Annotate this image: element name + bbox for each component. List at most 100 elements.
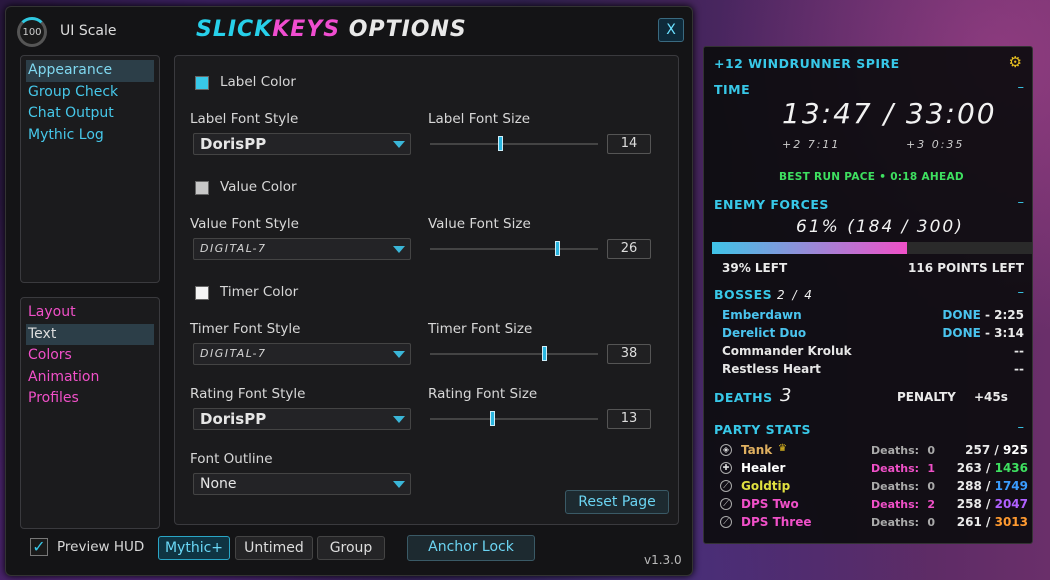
- boss-row: Emberdawn DONE - 2:25: [704, 307, 1034, 325]
- party-rating-separator: /: [981, 479, 995, 493]
- value-color-swatch[interactable]: [195, 181, 209, 195]
- party-rating: 263 / 1436: [957, 461, 1028, 475]
- deaths-title: DEATHS: [714, 390, 773, 405]
- nav-item-mythic-log[interactable]: Mythic Log: [26, 125, 154, 147]
- close-button[interactable]: X: [658, 18, 684, 42]
- title-part-options: OPTIONS: [340, 17, 467, 42]
- rating-font-style-value: DorisPP: [200, 410, 267, 428]
- nav-bottom: Layout Text Colors Animation Profiles: [20, 297, 160, 529]
- options-window: 100 UI Scale SLICKKEYS OPTIONS X Appeara…: [5, 6, 693, 576]
- party-rating-current: 261: [956, 515, 982, 529]
- collapse-party-icon[interactable]: –: [1018, 420, 1025, 435]
- chevron-down-icon: [393, 416, 405, 423]
- value-font-style-label: Value Font Style: [190, 216, 299, 232]
- nav-item-group-check[interactable]: Group Check: [26, 82, 154, 104]
- ui-scale-value: 100: [22, 26, 42, 38]
- shield-icon: ◈: [720, 444, 732, 456]
- sword-icon: ⟋: [720, 498, 732, 510]
- timer-font-size-slider[interactable]: [430, 346, 598, 361]
- timer-font-style-dropdown[interactable]: DIGITAL-7: [193, 343, 411, 365]
- font-outline-dropdown[interactable]: None: [193, 473, 411, 495]
- slider-thumb[interactable]: [490, 411, 495, 426]
- party-deaths-label: Deaths:: [871, 516, 920, 529]
- party-rating-current: 263: [956, 461, 982, 475]
- party-rating-separator: /: [981, 497, 995, 511]
- chevron-down-icon: [393, 246, 405, 253]
- boss-time: - 2:25: [980, 308, 1024, 322]
- forces-left-pct: 39% LEFT: [722, 261, 788, 275]
- nav-item-text[interactable]: Text: [26, 323, 154, 345]
- reset-page-button[interactable]: Reset Page: [565, 490, 669, 514]
- value-font-size-slider[interactable]: [430, 241, 598, 256]
- rating-font-size-label: Rating Font Size: [428, 386, 538, 402]
- enemy-forces-title: ENEMY FORCES: [714, 197, 829, 212]
- version-label: v1.3.0: [644, 553, 682, 567]
- gear-icon[interactable]: ⚙: [1009, 53, 1022, 71]
- party-rating: 257 / 925: [965, 443, 1028, 457]
- collapse-forces-icon[interactable]: –: [1018, 195, 1025, 210]
- best-run-pace: BEST RUN PACE • 0:18 AHEAD: [779, 171, 964, 183]
- boss-status: DONE - 2:25: [942, 308, 1024, 322]
- label-font-style-dropdown[interactable]: DorisPP: [193, 133, 411, 155]
- group-button[interactable]: Group: [317, 536, 385, 560]
- bosses-label: BOSSES: [714, 287, 773, 302]
- slider-thumb[interactable]: [555, 241, 560, 256]
- party-rating: 261 / 3013: [957, 515, 1028, 529]
- timer-font-size-input[interactable]: 38: [607, 344, 651, 364]
- label-font-style-label: Label Font Style: [190, 111, 299, 127]
- party-deaths: Deaths: 0: [871, 516, 935, 529]
- party-deaths: Deaths: 1: [871, 462, 935, 475]
- boss-status-text: DONE: [942, 308, 981, 322]
- value-font-style-dropdown[interactable]: DIGITAL-7: [193, 238, 411, 260]
- value-font-size-input[interactable]: 26: [607, 239, 651, 259]
- ui-scale-dial[interactable]: 100: [17, 17, 47, 47]
- collapse-bosses-icon[interactable]: –: [1018, 285, 1025, 300]
- label-font-size-input[interactable]: 14: [607, 134, 651, 154]
- title-part-slick: SLICK: [196, 17, 273, 42]
- label-color-swatch[interactable]: [195, 76, 209, 90]
- slider-thumb[interactable]: [498, 136, 503, 151]
- nav-item-animation[interactable]: Animation: [26, 367, 154, 389]
- value-color-label: Value Color: [220, 179, 297, 195]
- plus2-timer: +2 7:11: [782, 138, 841, 151]
- timer-font-style-value: DIGITAL-7: [200, 347, 267, 360]
- label-font-size-slider[interactable]: [430, 136, 598, 151]
- nav-item-appearance[interactable]: Appearance: [26, 60, 154, 82]
- untimed-button[interactable]: Untimed: [235, 536, 313, 560]
- dungeon-title: +12 WINDRUNNER SPIRE: [714, 56, 900, 71]
- penalty-value: +45s: [974, 390, 1008, 404]
- rating-font-size-input[interactable]: 13: [607, 409, 651, 429]
- party-deaths-label: Deaths:: [871, 498, 920, 511]
- window-title: SLICKKEYS OPTIONS: [196, 17, 467, 42]
- party-row: ⟋ Goldtip Deaths: 0 288 / 1749: [704, 478, 1034, 496]
- party-rating-separator: /: [990, 443, 1003, 457]
- party-deaths-label: Deaths:: [871, 444, 920, 457]
- nav-item-colors[interactable]: Colors: [26, 345, 154, 367]
- party-member-name: Goldtip: [741, 479, 791, 493]
- nav-item-layout[interactable]: Layout: [26, 302, 154, 324]
- party-rating-max: 2047: [994, 497, 1028, 511]
- anchor-lock-button[interactable]: Anchor Lock: [407, 535, 535, 561]
- chevron-down-icon: [393, 141, 405, 148]
- preview-hud-checkbox[interactable]: ✓: [30, 538, 48, 556]
- boss-status: --: [1014, 362, 1024, 376]
- timer-font-size-label: Timer Font Size: [428, 321, 533, 337]
- timer-color-swatch[interactable]: [195, 286, 209, 300]
- slider-thumb[interactable]: [542, 346, 547, 361]
- collapse-time-icon[interactable]: –: [1018, 80, 1025, 95]
- nav-item-chat-output[interactable]: Chat Output: [26, 103, 154, 125]
- party-stats-title: PARTY STATS: [714, 422, 811, 437]
- party-member-name: DPS Three: [741, 515, 812, 529]
- rating-font-style-dropdown[interactable]: DorisPP: [193, 408, 411, 430]
- nav-top: Appearance Group Check Chat Output Mythi…: [20, 55, 160, 283]
- party-member-name: DPS Two: [741, 497, 799, 511]
- party-rating-current: 257: [965, 443, 991, 457]
- party-rating: 258 / 2047: [957, 497, 1028, 511]
- heal-icon: ✚: [720, 462, 732, 474]
- pace-value: 0:18 AHEAD: [890, 171, 964, 183]
- rating-font-size-slider[interactable]: [430, 411, 598, 426]
- mythic-plus-button[interactable]: Mythic+: [158, 536, 230, 560]
- nav-item-profiles[interactable]: Profiles: [26, 388, 154, 410]
- ui-scale-label: UI Scale: [60, 23, 117, 39]
- boss-status: DONE - 3:14: [942, 326, 1024, 340]
